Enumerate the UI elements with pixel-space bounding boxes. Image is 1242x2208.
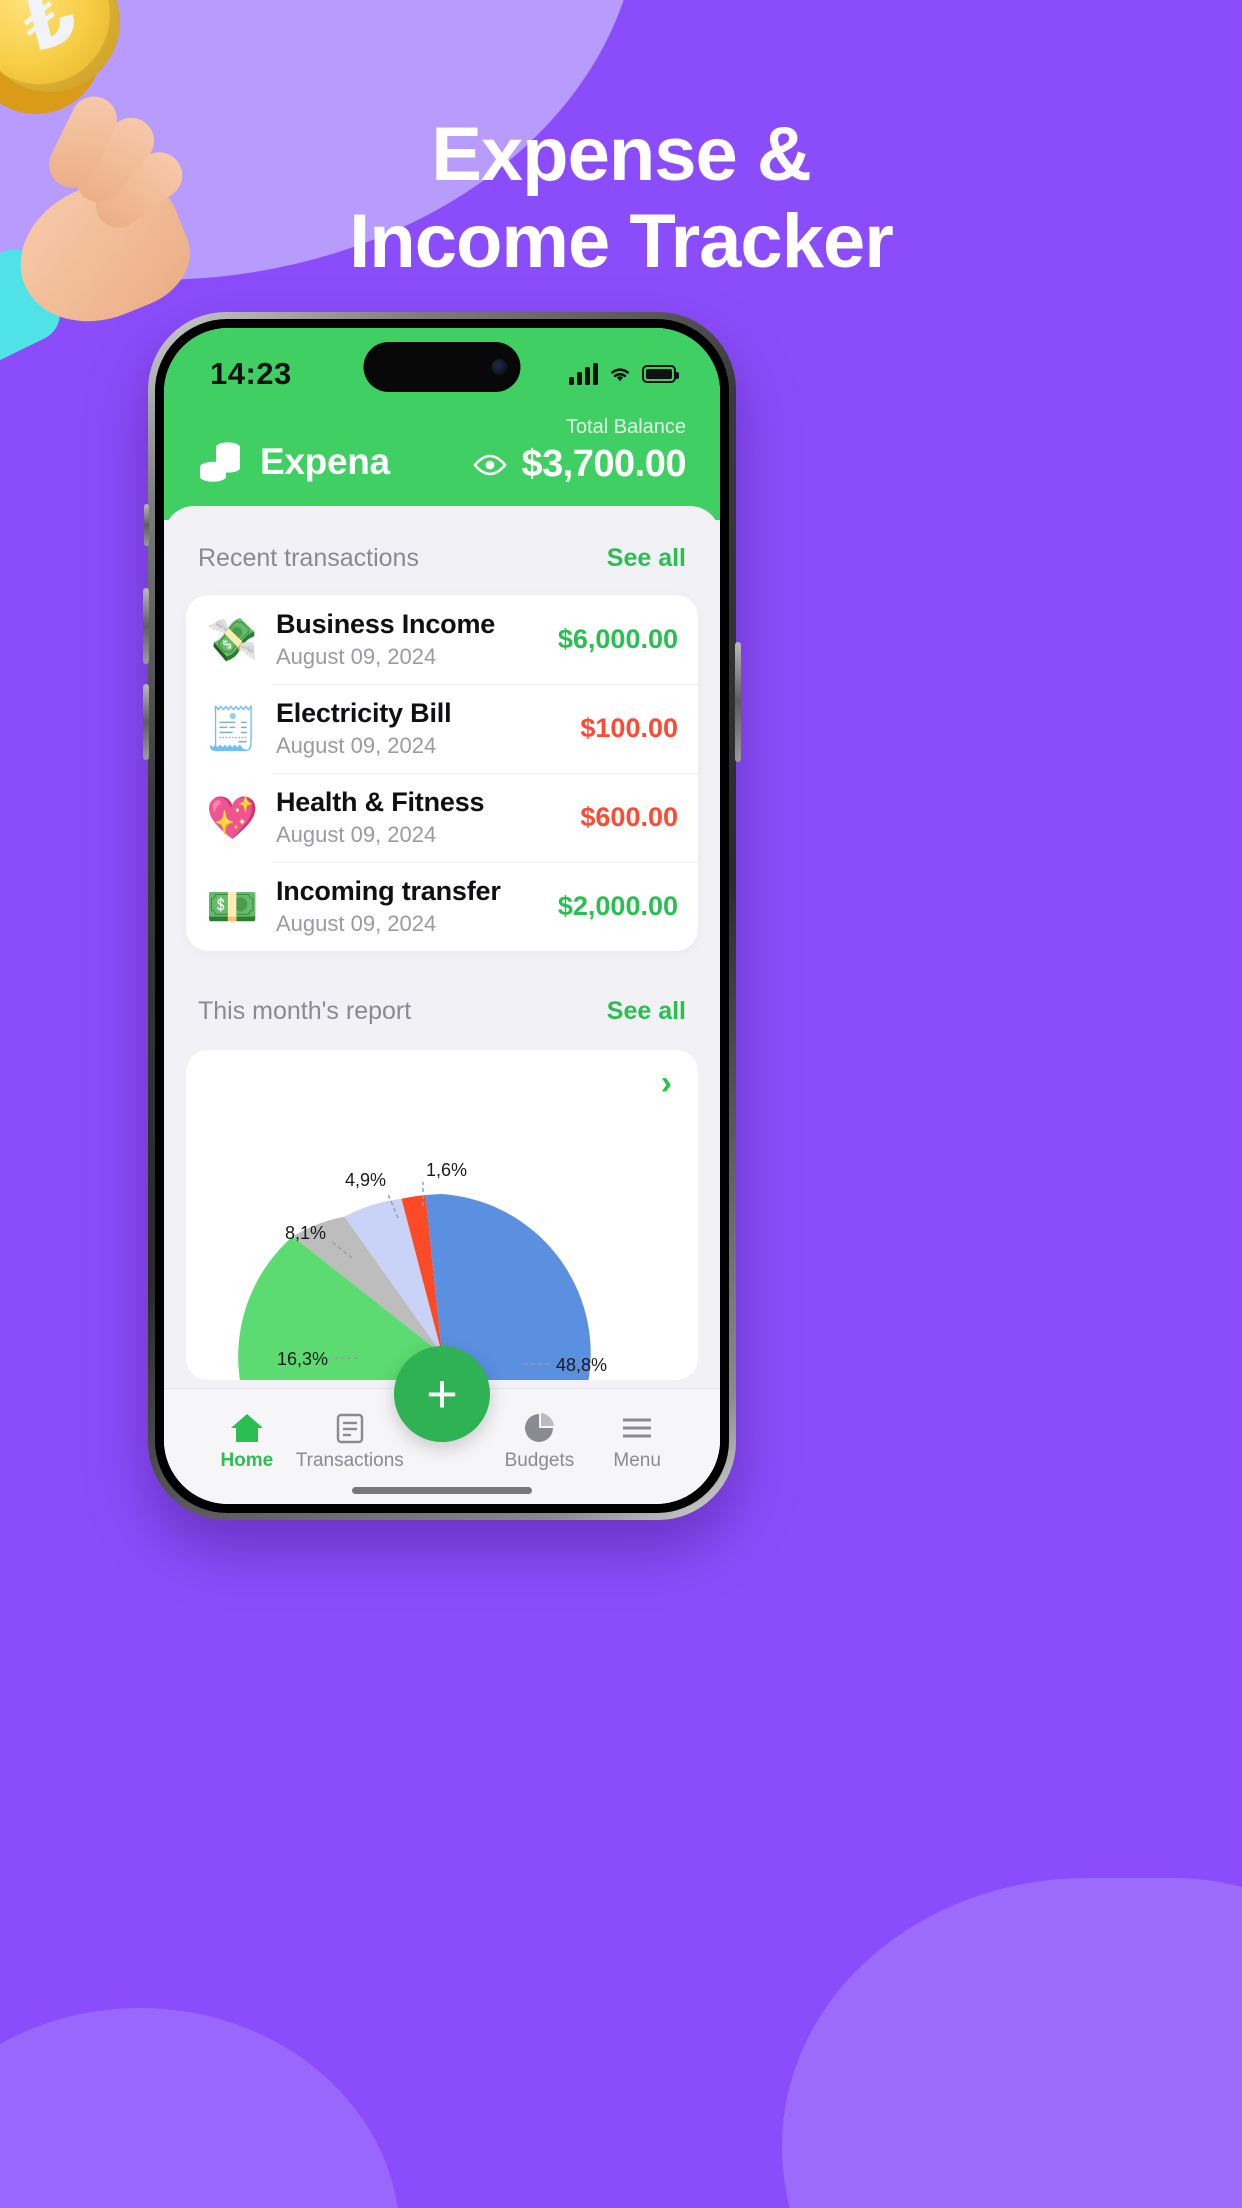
status-indicators <box>569 363 679 385</box>
status-time: 14:23 <box>210 356 292 391</box>
eye-icon[interactable] <box>472 453 508 477</box>
list-icon <box>296 1408 404 1448</box>
tab-menu-label: Menu <box>613 1449 661 1471</box>
tab-home-label: Home <box>220 1449 274 1471</box>
transaction-amount: $2,000.00 <box>557 891 678 921</box>
pie-label-0: 48,8% <box>556 1355 607 1375</box>
table-row[interactable]: 💖 Health & Fitness August 09, 2024 $600.… <box>186 773 698 862</box>
transactions-section-header: Recent transactions See all <box>186 506 698 595</box>
phone-mockup: 14:23 Expena Total Balance $3,700.00 Rec… <box>143 312 741 1520</box>
phone-bezel: 14:23 Expena Total Balance $3,700.00 Rec… <box>155 319 729 1513</box>
mute-switch[interactable] <box>144 504 149 546</box>
add-transaction-button[interactable]: + <box>394 1346 490 1442</box>
pie-label-2: 8,1% <box>285 1223 326 1243</box>
power-button[interactable] <box>735 642 741 762</box>
report-title: This month's report <box>198 997 412 1025</box>
pie-label-4: 1,6% <box>426 1160 467 1180</box>
pie-chart: 48,8% 16,3% 8,1% 4,9% 1,6% <box>206 1066 678 1380</box>
promo-headline: Expense & Income Tracker <box>0 112 1242 285</box>
pie-chart-svg: 48,8% 16,3% 8,1% 4,9% 1,6% <box>238 1160 607 1380</box>
signal-bars-icon <box>569 363 598 385</box>
headline-line-1: Expense & <box>431 112 812 197</box>
pie-label-3: 4,9% <box>345 1170 386 1190</box>
app-screen: 14:23 Expena Total Balance $3,700.00 Rec… <box>164 328 720 1504</box>
transaction-amount: $100.00 <box>580 713 678 743</box>
transaction-name: Incoming transfer <box>276 876 501 906</box>
transaction-date: August 09, 2024 <box>276 733 437 758</box>
dynamic-island <box>363 342 521 392</box>
coins-stack-icon <box>200 442 240 482</box>
heart-flex-icon: 💖 <box>206 792 259 842</box>
report-see-all-link[interactable]: See all <box>607 997 686 1026</box>
plus-icon: + <box>426 1364 458 1424</box>
background-blob-bottom-right <box>782 1878 1242 2208</box>
brand-block[interactable]: Expena <box>198 440 390 486</box>
transaction-name: Business Income <box>276 609 496 639</box>
report-card[interactable]: › 48,8% 16,3% 8,1% 4,9% 1,6% <box>186 1050 698 1380</box>
transactions-card: 💸 Business Income August 09, 2024 $6,000… <box>186 595 698 951</box>
hamburger-icon <box>588 1408 686 1448</box>
volume-down-button[interactable] <box>143 684 149 760</box>
tab-menu[interactable]: Menu <box>588 1408 686 1472</box>
transaction-date: August 09, 2024 <box>276 822 437 847</box>
table-row[interactable]: 💵 Incoming transfer August 09, 2024 $2,0… <box>186 862 698 951</box>
report-section-header: This month's report See all <box>186 951 698 1048</box>
home-indicator <box>352 1487 532 1494</box>
front-camera-icon <box>491 359 508 375</box>
transactions-see-all-link[interactable]: See all <box>607 544 686 573</box>
table-row[interactable]: 🧾 Electricity Bill August 09, 2024 $100.… <box>186 684 698 773</box>
tab-budgets[interactable]: Budgets <box>491 1408 589 1472</box>
incoming-transfer-icon: 💵 <box>206 881 259 931</box>
transaction-date: August 09, 2024 <box>276 644 437 669</box>
table-row[interactable]: 💸 Business Income August 09, 2024 $6,000… <box>186 595 698 684</box>
balance-amount: $3,700.00 <box>521 443 686 485</box>
receipt-icon: 🧾 <box>206 703 259 753</box>
home-icon <box>198 1408 296 1448</box>
tab-transactions[interactable]: Transactions <box>296 1408 404 1472</box>
transaction-amount: $600.00 <box>580 802 678 832</box>
app-header: Expena Total Balance $3,700.00 <box>164 406 720 520</box>
transaction-amount: $6,000.00 <box>557 624 678 654</box>
brand-name: Expena <box>260 441 390 482</box>
money-with-wings-icon: 💸 <box>206 614 259 664</box>
balance-block: Total Balance $3,700.00 <box>472 416 686 486</box>
transaction-name: Health & Fitness <box>276 787 485 817</box>
volume-up-button[interactable] <box>143 588 149 664</box>
status-bar: 14:23 <box>164 328 720 406</box>
tab-transactions-label: Transactions <box>295 1449 404 1471</box>
background-blob-bottom-left <box>0 2008 400 2208</box>
balance-label: Total Balance <box>565 416 686 438</box>
pie-label-1: 16,3% <box>277 1349 328 1369</box>
transaction-date: August 09, 2024 <box>276 911 437 936</box>
battery-icon <box>642 365 679 383</box>
headline-line-2: Income Tracker <box>349 198 894 284</box>
transactions-title: Recent transactions <box>198 544 419 572</box>
transaction-name: Electricity Bill <box>276 698 452 728</box>
pie-chart-icon <box>491 1408 589 1448</box>
tab-budgets-label: Budgets <box>504 1449 575 1471</box>
tab-home[interactable]: Home <box>198 1408 296 1472</box>
wifi-icon <box>611 368 629 382</box>
